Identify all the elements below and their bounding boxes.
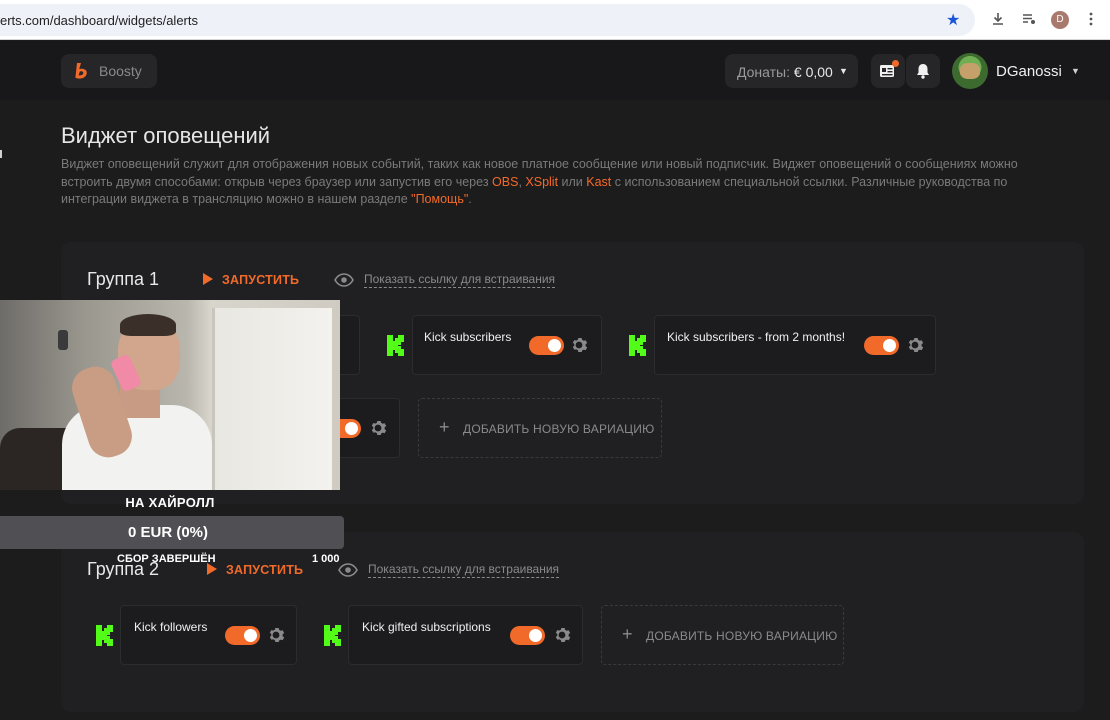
add-variation-button[interactable]: + ДОБАВИТЬ НОВУЮ ВАРИАЦИЮ <box>418 398 662 458</box>
variation-card[interactable]: Kick followers <box>120 605 297 665</box>
notifications-button[interactable] <box>906 54 940 88</box>
menu-dots-icon[interactable] <box>1082 11 1100 29</box>
gear-icon[interactable] <box>553 626 571 644</box>
goal-amount: 0 EUR (0%) <box>127 524 209 541</box>
play-icon <box>203 273 213 285</box>
page-description: Виджет оповещений служит для отображения… <box>61 157 1018 206</box>
variation-kick-followers[interactable]: Kick followers <box>92 605 297 665</box>
add-variation-button[interactable]: + ДОБАВИТЬ НОВУЮ ВАРИАЦИЮ <box>601 605 844 665</box>
goal-target: 1 000 <box>312 553 340 565</box>
gear-icon[interactable] <box>570 336 588 354</box>
plus-icon: + <box>439 417 450 437</box>
gear-icon[interactable] <box>906 336 924 354</box>
obs-link[interactable]: OBS <box>492 175 518 189</box>
variation-name: Kick followers <box>134 620 208 634</box>
donations-value: € 0,00 <box>793 64 833 80</box>
news-button[interactable] <box>871 54 905 88</box>
group-title: Группа 1 <box>87 269 160 289</box>
notification-badge <box>892 60 899 67</box>
avatar[interactable] <box>952 53 988 89</box>
variation-card[interactable]: Kick subscribers <box>412 315 602 375</box>
kick-logo-icon <box>324 625 341 646</box>
donations-label: Донаты: € 0,00 <box>737 64 833 80</box>
webcam-overlay <box>0 300 340 490</box>
variation-kick-gifted-subscriptions[interactable]: Kick gifted subscriptions <box>320 605 583 665</box>
boosty-logo-icon <box>75 63 87 79</box>
help-link[interactable]: "Помощь" <box>411 192 468 206</box>
divider <box>0 150 2 158</box>
variation-name: Kick gifted subscriptions <box>362 620 491 634</box>
page-title: Виджет оповещений <box>61 123 271 148</box>
user-name[interactable]: DGanossi <box>996 63 1062 80</box>
variation-kick-subscribers-2-months[interactable]: Kick subscribers - from 2 months! <box>624 315 936 375</box>
goal-status: СБОР ЗАВЕРШЁН <box>117 553 216 565</box>
variation-card[interactable]: Kick subscribers - from 2 months! <box>654 315 936 375</box>
playlist-icon[interactable] <box>1020 11 1038 29</box>
kick-logo-icon <box>96 625 113 646</box>
bell-icon <box>917 64 929 79</box>
variation-toggle[interactable] <box>510 626 545 645</box>
eye-icon <box>334 273 354 287</box>
address-bar[interactable]: erts.com/dashboard/widgets/alerts ★ <box>0 4 975 36</box>
eye-icon <box>338 563 358 577</box>
variation-toggle[interactable] <box>529 336 564 355</box>
kast-link[interactable]: Kast <box>586 175 611 189</box>
variation-name: Kick subscribers - from 2 months! <box>667 330 846 344</box>
variation-toggle[interactable] <box>225 626 260 645</box>
xsplit-link[interactable]: XSplit <box>525 175 558 189</box>
kick-logo-icon <box>387 335 404 356</box>
goal-title: НА ХАЙРОЛЛ <box>125 495 215 510</box>
variation-kick-subscribers[interactable]: Kick subscribers <box>380 315 602 375</box>
gear-icon[interactable] <box>267 626 285 644</box>
run-button[interactable]: ЗАПУСТИТЬ <box>203 273 299 287</box>
variation-name: Kick subscribers <box>424 330 512 344</box>
run-button[interactable]: ЗАПУСТИТЬ <box>207 563 303 577</box>
logo-text: Boosty <box>99 63 142 79</box>
variation-card[interactable]: Kick gifted subscriptions <box>348 605 583 665</box>
gear-icon[interactable] <box>369 419 387 437</box>
embed-link[interactable]: Показать ссылку для встраивания <box>338 562 560 578</box>
chevron-down-icon[interactable]: ▼ <box>1071 66 1080 76</box>
kick-logo-icon <box>629 335 646 356</box>
download-icon[interactable] <box>989 11 1007 29</box>
goal-progress-bar: 0 EUR (0%) <box>0 516 344 549</box>
star-icon[interactable]: ★ <box>946 13 962 29</box>
boosty-logo-button[interactable]: Boosty <box>61 54 157 88</box>
url-text: erts.com/dashboard/widgets/alerts <box>0 13 198 28</box>
donations-dropdown[interactable]: Донаты: € 0,00 ▼ <box>725 54 858 88</box>
browser-profile-avatar[interactable]: D <box>1051 11 1069 29</box>
variation-toggle[interactable] <box>864 336 899 355</box>
plus-icon: + <box>622 624 633 644</box>
chevron-down-icon: ▼ <box>839 66 848 76</box>
embed-link[interactable]: Показать ссылку для встраивания <box>334 272 556 288</box>
app-header: Boosty Донаты: € 0,00 ▼ DGanossi ▼ <box>0 41 1110 100</box>
browser-toolbar: erts.com/dashboard/widgets/alerts ★ D <box>0 0 1110 40</box>
